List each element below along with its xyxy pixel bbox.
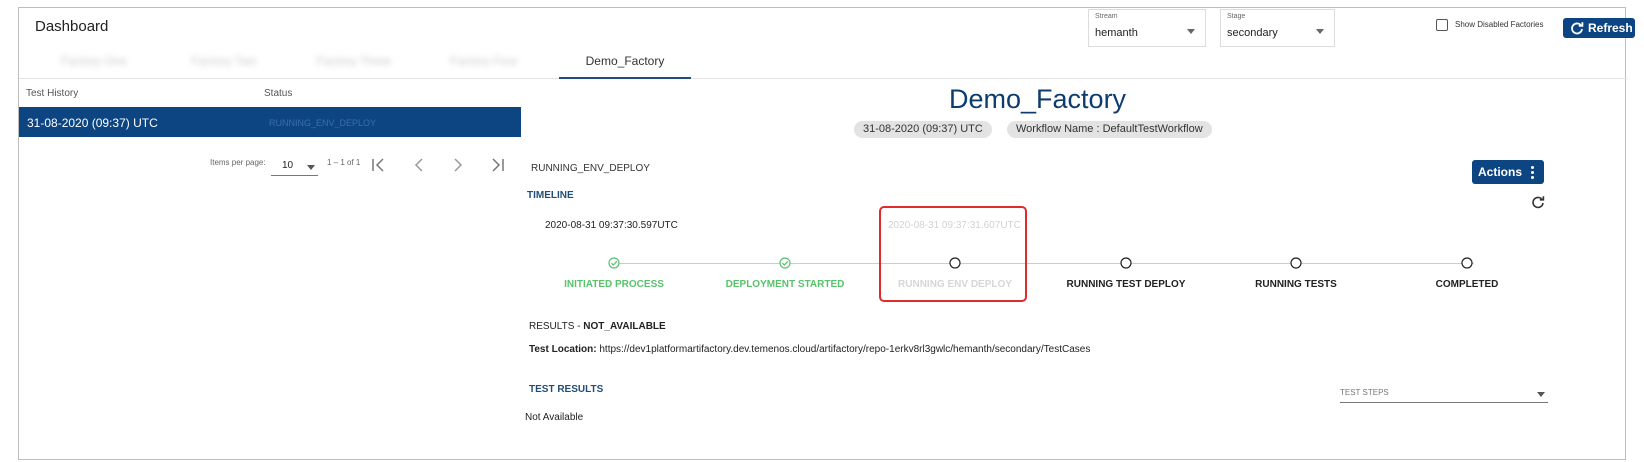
table-row[interactable]: 31-08-2020 (09:37) UTC RUNNING_ENV_DEPLO…	[19, 107, 521, 137]
test-location-line: Test Location: https://dev1platformartif…	[529, 344, 1090, 355]
last-page-icon	[492, 158, 504, 172]
results-label: RESULTS -	[529, 321, 584, 332]
chevron-down-icon	[307, 165, 315, 170]
stage-select-label: Stage	[1227, 13, 1246, 20]
page-size-select[interactable]: 10	[271, 160, 318, 176]
current-step-highlight	[879, 206, 1027, 302]
step-node-deployment	[779, 257, 791, 269]
stream-select-value: hemanth	[1095, 27, 1138, 39]
stream-select[interactable]: Stream hemanth	[1088, 9, 1206, 47]
step-label-initiated: INITIATED PROCESS	[564, 279, 664, 290]
tab-factory-2[interactable]: Factory Two	[169, 50, 279, 79]
first-page-icon	[372, 158, 384, 172]
circle-icon	[1290, 257, 1302, 269]
step-label-test-deploy: RUNNING TEST DEPLOY	[1066, 279, 1186, 290]
page-range: 1 – 1 of 1	[327, 158, 361, 167]
circle-icon	[1461, 257, 1473, 269]
app-title: Dashboard	[35, 18, 109, 35]
show-disabled-checkbox[interactable]	[1436, 19, 1448, 31]
circle-icon	[1120, 257, 1132, 269]
col-test-history: Test History	[26, 88, 79, 99]
timeline-track	[619, 263, 1474, 264]
history-status: RUNNING_ENV_DEPLOY	[269, 118, 377, 128]
workflow-chip: Workflow Name : DefaultTestWorkflow	[1007, 121, 1212, 138]
previous-page-button[interactable]	[408, 155, 430, 175]
actions-label: Actions	[1478, 165, 1523, 179]
refresh-icon	[1571, 22, 1584, 35]
step-node-completed	[1461, 257, 1473, 269]
timestamp-initiated: 2020-08-31 09:37:30.597UTC	[545, 220, 678, 231]
page-size-value: 10	[282, 160, 294, 171]
step-node-initiated	[608, 257, 620, 269]
show-disabled-label: Show Disabled Factories	[1455, 20, 1544, 29]
stream-select-label: Stream	[1095, 13, 1118, 20]
refresh-button[interactable]: Refresh	[1563, 18, 1635, 38]
reload-timeline-button[interactable]	[1531, 195, 1545, 214]
test-results-title: TEST RESULTS	[529, 384, 604, 395]
date-chip: 31-08-2020 (09:37) UTC	[854, 121, 992, 138]
chevron-right-icon	[454, 158, 463, 172]
timeline-title: TIMELINE	[527, 190, 574, 201]
chevron-down-icon	[1537, 392, 1545, 397]
test-location-value: https://dev1platformartifactory.dev.teme…	[599, 344, 1091, 355]
test-steps-select[interactable]: TEST STEPS	[1340, 384, 1548, 403]
items-per-page-label: Items per page:	[210, 158, 266, 167]
step-node-test-deploy	[1120, 257, 1132, 269]
chevron-left-icon	[414, 158, 423, 172]
results-value: NOT_AVAILABLE	[583, 321, 666, 332]
current-status: RUNNING_ENV_DEPLOY	[531, 163, 650, 174]
tab-factory-4[interactable]: Factory Four	[429, 50, 539, 79]
step-label-tests: RUNNING TESTS	[1255, 279, 1337, 290]
col-status: Status	[264, 88, 293, 99]
refresh-label: Refresh	[1588, 21, 1633, 35]
tab-factory-1[interactable]: Factory One	[39, 50, 149, 79]
more-vertical-icon	[1531, 166, 1534, 181]
test-location-label: Test Location:	[529, 344, 600, 355]
test-results-value: Not Available	[525, 412, 584, 423]
history-date: 31-08-2020 (09:37) UTC	[27, 116, 158, 130]
chevron-down-icon	[1316, 29, 1324, 34]
step-node-tests	[1290, 257, 1302, 269]
results-line: RESULTS - NOT_AVAILABLE	[529, 321, 666, 332]
chevron-down-icon	[1187, 29, 1195, 34]
next-page-button[interactable]	[447, 155, 469, 175]
actions-button[interactable]: Actions	[1472, 160, 1544, 184]
stage-select-value: secondary	[1227, 27, 1278, 39]
last-page-button[interactable]	[486, 155, 508, 175]
test-steps-placeholder: TEST STEPS	[1340, 388, 1389, 397]
step-label-completed: COMPLETED	[1435, 279, 1499, 290]
refresh-icon	[1532, 196, 1545, 209]
check-circle-icon	[608, 257, 620, 269]
app-frame: Dashboard Factory One Factory Two Factor…	[18, 7, 1635, 460]
stage-select[interactable]: Stage secondary	[1220, 9, 1335, 47]
first-page-button[interactable]	[368, 155, 390, 175]
tab-factory-3[interactable]: Factory Three	[299, 50, 409, 79]
step-label-deployment: DEPLOYMENT STARTED	[725, 279, 845, 290]
tab-demo-factory[interactable]: Demo_Factory	[559, 50, 691, 79]
check-circle-icon	[779, 257, 791, 269]
factory-title: Demo_Factory	[949, 84, 1127, 114]
factory-tabs: Factory One Factory Two Factory Three Fa…	[19, 50, 1627, 79]
